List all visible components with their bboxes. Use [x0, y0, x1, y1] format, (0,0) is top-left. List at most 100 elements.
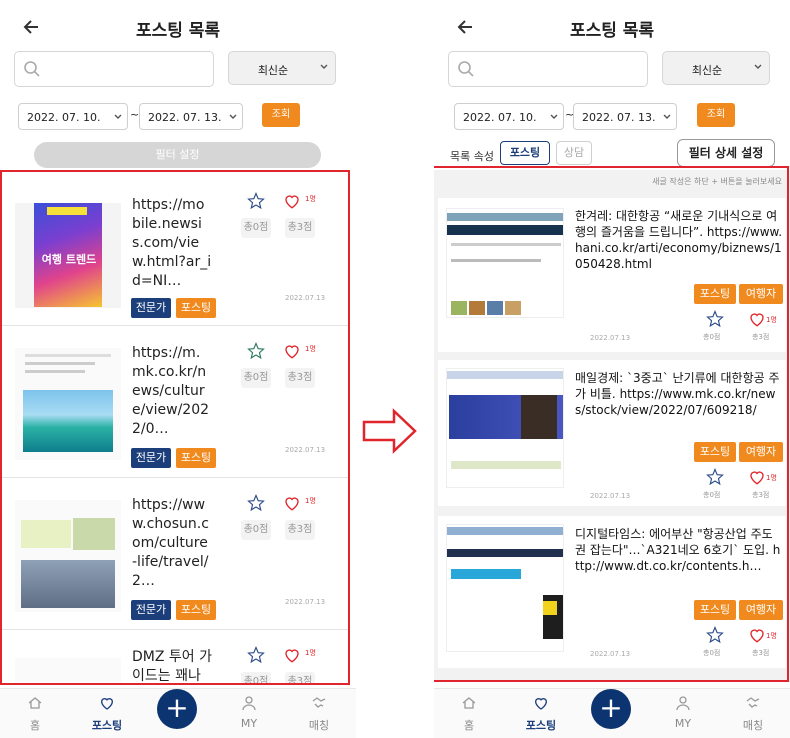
header: 포스팅 목록 — [0, 0, 356, 54]
post-date: 2022.07.13 — [285, 294, 326, 302]
thumbnail — [446, 524, 564, 652]
heart-icon[interactable] — [748, 626, 766, 644]
thumbnail: 여행 트렌드 — [15, 203, 121, 308]
nav-match[interactable]: 매칭 — [728, 695, 778, 733]
total-label: 총3점 — [285, 368, 315, 388]
like-count: 1명 — [305, 195, 316, 203]
total-label: 총3점 — [285, 218, 315, 238]
posting-badge: 포스팅 — [176, 600, 216, 620]
nav-my[interactable]: MY — [224, 695, 274, 730]
list-item[interactable]: https://m.mk.co.kr/news/culture/view/202… — [0, 326, 350, 478]
traveler-badge: 여행자 — [739, 284, 783, 304]
add-post-button[interactable]: + — [591, 689, 631, 729]
star-icon[interactable] — [247, 342, 265, 360]
filter-button[interactable]: 필터 설정 — [34, 142, 321, 168]
post-list: 새글 작성은 하단 + 버튼을 눌러보세요 한겨레: 대한항공 “새로운 기내식… — [434, 170, 790, 682]
date-from-select[interactable]: 2022. 07. 10. — [18, 103, 128, 130]
nav-my-label: MY — [240, 717, 258, 730]
date-to-select[interactable]: 2022. 07. 13. — [573, 103, 677, 130]
heart-icon — [534, 698, 548, 710]
search-input[interactable] — [14, 51, 214, 87]
hint-text: 새글 작성은 하단 + 버튼을 눌러보세요 — [652, 177, 782, 186]
star-icon[interactable] — [706, 626, 724, 644]
heart-icon[interactable] — [283, 494, 301, 512]
heart-icon[interactable] — [283, 646, 301, 664]
post-date: 2022.07.13 — [285, 598, 326, 606]
tab-consult[interactable]: 상담 — [556, 141, 592, 165]
score-label: 총0점 — [241, 672, 271, 685]
total-label: 총3점 — [752, 333, 770, 341]
date-to-label: 2022. 07. 13. — [148, 111, 222, 124]
like-count: 1명 — [766, 316, 777, 324]
total-label: 총3점 — [752, 491, 770, 499]
star-icon[interactable] — [706, 468, 724, 486]
post-text: 매일경제: `3중고` 난기류에 대한항공 주가 비틀. https://www… — [575, 371, 780, 417]
filter-detail-button[interactable]: 필터 상세 설정 — [677, 139, 775, 167]
home-icon — [462, 697, 476, 709]
date-to-label: 2022. 07. 13. — [582, 111, 656, 124]
star-icon[interactable] — [247, 646, 265, 664]
posting-badge: 포스팅 — [176, 298, 216, 318]
nav-home[interactable]: 홈 — [444, 695, 494, 733]
date-from-select[interactable]: 2022. 07. 10. — [454, 103, 564, 130]
post-text: DMZ 투어 가이드는 꽤나 — [132, 649, 212, 684]
left-screen: 포스팅 목록 최신순 2022. 07. 10. ~ 2022. 07. 13.… — [0, 0, 356, 738]
score-label: 총0점 — [703, 649, 721, 657]
list-item[interactable]: https://www.chosun.com/culture-life/trav… — [0, 478, 350, 630]
list-item[interactable]: 한겨레: 대한항공 “새로운 기내식으로 여행의 즐거움을 드립니다”. htt… — [438, 198, 786, 352]
chevron-down-icon — [320, 64, 328, 69]
heart-icon[interactable] — [748, 468, 766, 486]
nav-match[interactable]: 매칭 — [294, 695, 344, 733]
posting-badge: 포스팅 — [694, 600, 736, 620]
nav-posting[interactable]: 포스팅 — [516, 695, 566, 733]
list-item[interactable]: DMZ 투어 가이드는 꽤나 1명 총0점 총3점 — [0, 630, 350, 685]
thumbnail — [15, 658, 121, 685]
nav-my-label: MY — [674, 717, 692, 730]
star-icon[interactable] — [706, 310, 724, 328]
like-count: 1명 — [305, 649, 316, 657]
total-label: 총3점 — [752, 649, 770, 657]
query-button[interactable]: 조회 — [262, 103, 300, 127]
header: 포스팅 목록 — [434, 0, 790, 54]
heart-icon[interactable] — [283, 192, 301, 210]
nav-match-label: 매칭 — [308, 719, 330, 732]
query-button[interactable]: 조회 — [697, 103, 735, 127]
star-icon[interactable] — [247, 494, 265, 512]
star-icon[interactable] — [247, 192, 265, 210]
expert-badge: 전문가 — [131, 600, 171, 620]
score-label: 총0점 — [703, 491, 721, 499]
like-count: 1명 — [305, 497, 316, 505]
list-item[interactable]: 여행 트렌드 https://mobile.newsis.com/view.ht… — [0, 170, 350, 326]
arrow-right-icon — [362, 408, 417, 454]
posting-badge: 포스팅 — [694, 442, 736, 462]
list-item[interactable]: 매일경제: `3중고` 난기류에 대한항공 주가 비틀. https://www… — [438, 360, 786, 506]
chevron-down-icon — [663, 114, 671, 119]
date-from-label: 2022. 07. 10. — [27, 111, 101, 124]
page-title: 포스팅 목록 — [135, 21, 221, 41]
date-to-select[interactable]: 2022. 07. 13. — [139, 103, 243, 130]
nav-home-label: 홈 — [29, 719, 41, 732]
traveler-badge: 여행자 — [739, 600, 783, 620]
search-input[interactable] — [448, 51, 648, 87]
add-post-button[interactable]: + — [157, 689, 197, 729]
like-count: 1명 — [305, 345, 316, 353]
tab-posting[interactable]: 포스팅 — [500, 141, 550, 165]
thumbnail — [446, 208, 564, 318]
nav-my[interactable]: MY — [658, 695, 708, 730]
expert-badge: 전문가 — [131, 298, 171, 318]
post-text: 한겨레: 대한항공 “새로운 기내식으로 여행의 즐거움을 드립니다”. htt… — [575, 209, 783, 271]
post-date: 2022.07.13 — [590, 492, 631, 500]
nav-posting[interactable]: 포스팅 — [82, 695, 132, 733]
sort-select[interactable]: 최신순 — [228, 51, 336, 85]
sort-select[interactable]: 최신순 — [662, 51, 770, 85]
total-label: 총3점 — [285, 520, 315, 540]
thumbnail — [446, 368, 564, 488]
nav-home[interactable]: 홈 — [10, 695, 60, 733]
list-item[interactable]: 디지털타임스: 에어부산 "항공산업 주도권 잡는다"…`A321네오 6호기`… — [438, 516, 786, 668]
heart-icon — [100, 698, 114, 710]
post-text: https://www.chosun.com/culture-life/trav… — [132, 497, 209, 589]
heart-icon[interactable] — [748, 310, 766, 328]
post-list: 여행 트렌드 https://mobile.newsis.com/view.ht… — [0, 170, 350, 685]
heart-icon[interactable] — [283, 342, 301, 360]
total-label: 총3점 — [285, 672, 315, 685]
